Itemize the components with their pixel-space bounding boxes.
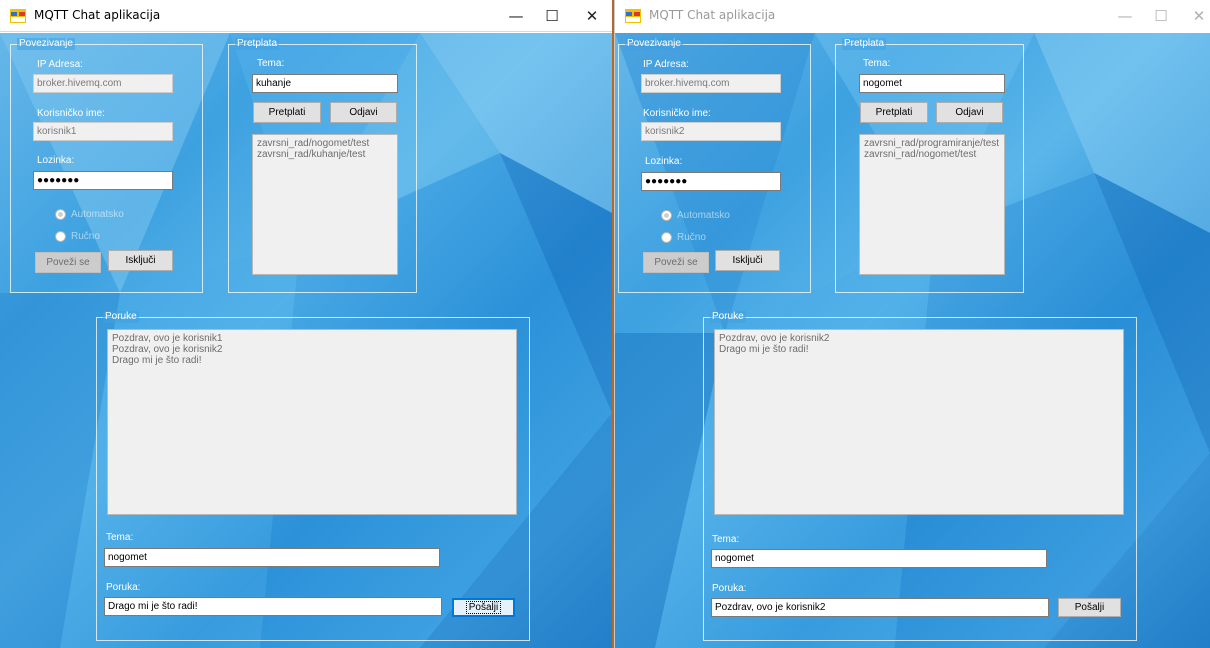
username-label: Korisničko ime: [643, 108, 711, 119]
client-area: Povezivanje IP Adresa: broker.hivemq.com… [615, 33, 1210, 648]
disconnect-button[interactable]: Isključi [715, 250, 780, 271]
unsubscribe-button[interactable]: Odjavi [330, 102, 397, 123]
list-item[interactable]: Drago mi je što radi! [112, 355, 512, 366]
radio-automatic[interactable]: Automatsko [55, 207, 124, 221]
disconnect-button-label: Isključi [125, 255, 156, 266]
send-button[interactable]: Pošalji [452, 598, 515, 617]
radio-automatic-label: Automatsko [677, 209, 730, 221]
unsubscribe-button[interactable]: Odjavi [936, 102, 1003, 123]
radio-manual-label: Ručno [677, 231, 706, 243]
app-window-icon [625, 9, 641, 23]
username-field[interactable]: korisnik2 [641, 122, 781, 141]
disconnect-button-label: Isključi [732, 255, 763, 266]
password-label: Lozinka: [37, 155, 75, 166]
connect-button-label: Poveži se [46, 257, 90, 268]
connect-button[interactable]: Poveži se [35, 252, 101, 273]
ip-address-label: IP Adresa: [643, 59, 689, 70]
subscribed-topics-list[interactable]: zavrsni_rad/programiranje/test zavrsni_r… [859, 134, 1005, 275]
unsubscribe-button-label: Odjavi [955, 107, 984, 118]
title-bar[interactable]: MQTT Chat aplikacija — ☐ ✕ [0, 0, 612, 32]
unsubscribe-button-label: Odjavi [349, 107, 378, 118]
radio-automatic-label: Automatsko [71, 208, 124, 220]
list-item[interactable]: zavrsni_rad/nogomet/test [864, 149, 1000, 160]
message-topic-label: Tema: [712, 534, 740, 545]
message-label: Poruka: [712, 583, 747, 594]
radio-manual[interactable]: Ručno [55, 229, 100, 243]
radio-button[interactable] [661, 209, 672, 221]
radio-automatic[interactable]: Automatsko [661, 208, 730, 222]
ip-address-field[interactable]: broker.hivemq.com [641, 74, 781, 93]
app-window-icon [10, 9, 26, 23]
username-label: Korisničko ime: [37, 108, 105, 119]
message-topic-field[interactable]: nogomet [104, 548, 440, 567]
subscription-group-title: Pretplata [235, 38, 280, 50]
message-topic-field[interactable]: nogomet [711, 549, 1047, 568]
window-title: MQTT Chat aplikacija [34, 8, 161, 22]
message-topic-label: Tema: [106, 532, 134, 543]
close-button[interactable]: ✕ [1177, 0, 1210, 32]
subscribed-topics-list[interactable]: zavrsni_rad/nogomet/test zavrsni_rad/kuh… [252, 134, 398, 275]
ip-address-field[interactable]: broker.hivemq.com [33, 74, 173, 93]
subscribe-topic-label: Tema: [257, 58, 285, 69]
connect-button[interactable]: Poveži se [643, 252, 709, 273]
send-button-label: Pošalji [1074, 602, 1105, 613]
list-item[interactable]: zavrsni_rad/kuhanje/test [257, 149, 393, 160]
subscribe-topic-field[interactable]: nogomet [859, 74, 1005, 93]
connection-group-title: Povezivanje [625, 38, 683, 50]
subscribe-topic-field[interactable]: kuhanje [252, 74, 398, 93]
chat-window-1: MQTT Chat aplikacija — ☐ ✕ Povezivanje I… [0, 0, 614, 648]
radio-button[interactable] [55, 208, 66, 220]
maximize-button[interactable]: ☐ [530, 0, 574, 32]
send-button[interactable]: Pošalji [1058, 598, 1121, 617]
messages-group-title: Poruke [103, 311, 139, 323]
subscribe-topic-label: Tema: [863, 58, 891, 69]
message-label: Poruka: [106, 582, 141, 593]
radio-button[interactable] [661, 231, 672, 243]
ip-address-label: IP Adresa: [37, 59, 83, 70]
subscribe-button-label: Pretplati [875, 107, 913, 118]
radio-button[interactable] [55, 230, 66, 242]
list-item[interactable]: Drago mi je što radi! [719, 344, 1119, 355]
password-label: Lozinka: [645, 156, 683, 167]
client-area: Povezivanje IP Adresa: broker.hivemq.com… [0, 33, 612, 648]
list-item[interactable]: Pozdrav, ovo je korisnik2 [112, 344, 512, 355]
list-item[interactable]: zavrsni_rad/nogomet/test [257, 138, 393, 149]
messages-list[interactable]: Pozdrav, ovo je korisnik2 Drago mi je št… [714, 329, 1124, 515]
send-button-label: Pošalji [465, 601, 502, 614]
radio-manual[interactable]: Ručno [661, 230, 706, 244]
window-title: MQTT Chat aplikacija [649, 8, 776, 22]
close-button[interactable]: ✕ [570, 0, 612, 32]
subscription-group-title: Pretplata [842, 38, 887, 50]
password-field[interactable]: ●●●●●●● [33, 171, 173, 190]
title-bar[interactable]: MQTT Chat aplikacija — ☐ ✕ [615, 0, 1210, 32]
connection-group-title: Povezivanje [17, 38, 75, 50]
list-item[interactable]: zavrsni_rad/programiranje/test [864, 138, 1000, 149]
disconnect-button[interactable]: Isključi [108, 250, 173, 271]
list-item[interactable]: Pozdrav, ovo je korisnik2 [719, 333, 1119, 344]
subscribe-button[interactable]: Pretplati [253, 102, 321, 123]
subscribe-button-label: Pretplati [268, 107, 306, 118]
message-field[interactable]: Drago mi je što radi! [104, 597, 442, 616]
connect-button-label: Poveži se [654, 257, 698, 268]
chat-window-2: MQTT Chat aplikacija — ☐ ✕ Povezivanje I… [614, 0, 1210, 648]
list-item[interactable]: Pozdrav, ovo je korisnik1 [112, 333, 512, 344]
radio-manual-label: Ručno [71, 230, 100, 242]
messages-group-title: Poruke [710, 311, 746, 323]
subscribe-button[interactable]: Pretplati [860, 102, 928, 123]
username-field[interactable]: korisnik1 [33, 122, 173, 141]
message-field[interactable]: Pozdrav, ovo je korisnik2 [711, 598, 1049, 617]
messages-list[interactable]: Pozdrav, ovo je korisnik1 Pozdrav, ovo j… [107, 329, 517, 515]
password-field[interactable]: ●●●●●●● [641, 172, 781, 191]
